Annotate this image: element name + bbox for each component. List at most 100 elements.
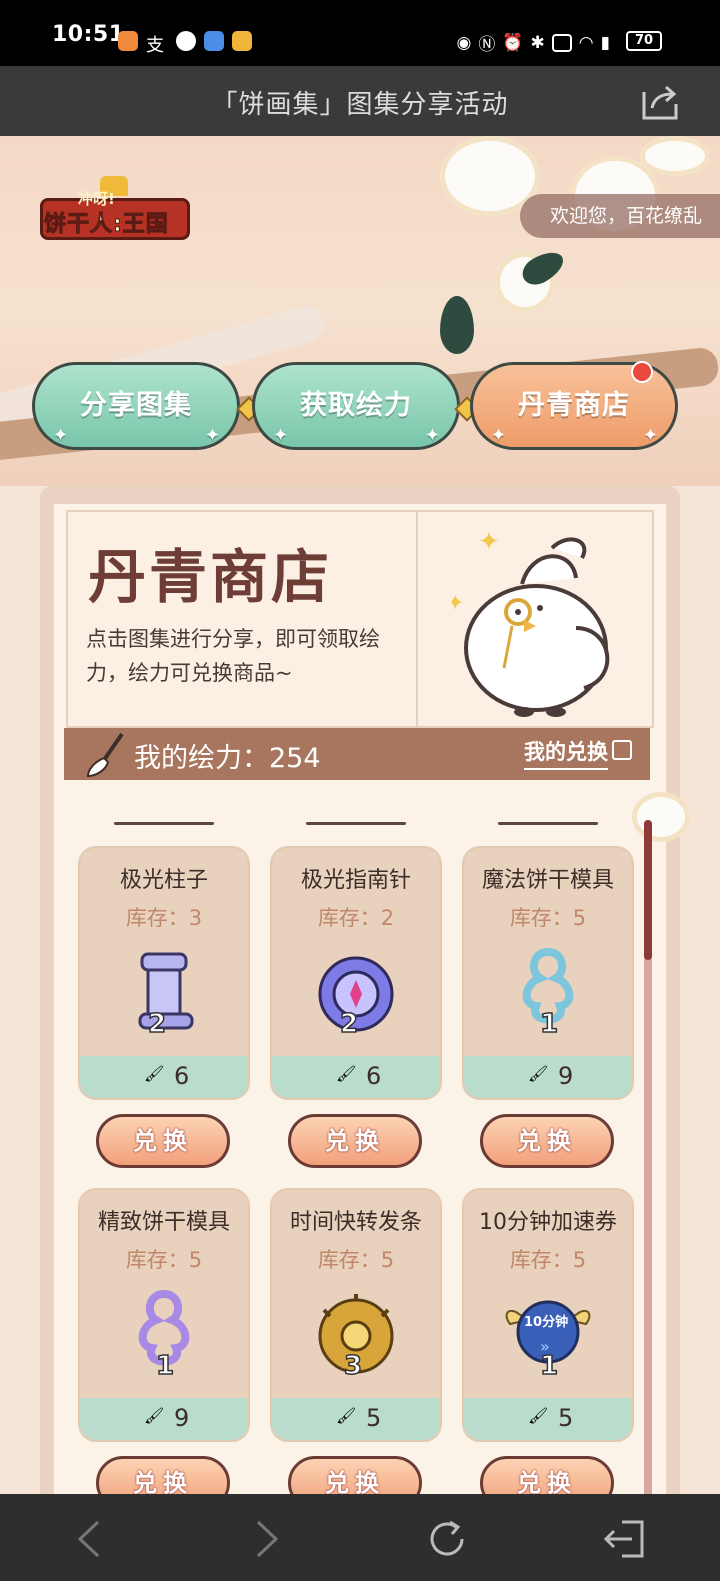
game-logo: 冲呀! 饼干人:王国 [40,176,190,246]
redeem-button[interactable]: 兑换 [96,1114,230,1168]
svg-text:✦: ✦ [452,591,464,616]
brush-icon: 🖌 [528,1406,549,1425]
svg-text:3: 3 [344,1351,362,1378]
app-notify-icon [176,31,196,51]
item-price: 🖌 5 [464,1398,632,1440]
item-name: 极光柱子 [119,868,208,893]
status-bar: 10:51 支 ◉ Ⓝ ⏰ ✱ ◠ ▮ 70 [0,0,720,66]
divider-line [498,822,598,825]
aurora-compass-icon: 2 [318,956,394,1036]
divider-line [114,822,214,825]
welcome-badge: 欢迎您，百花缭乱 [519,194,720,238]
tab-danqing-shop[interactable]: ✦ 丹青商店 ✦ [470,361,678,450]
item-name: 魔法饼干模具 [481,868,614,893]
app-notify-icon [118,31,138,51]
item-price: 🖌 9 [464,1056,632,1098]
shop-item-magic-cookie-cutter[interactable]: 魔法饼干模具 库存：5 1 🖌 9 [462,846,634,1100]
notification-icons: 支 [118,31,252,56]
wifi-icon: ◠ [578,32,594,53]
item-price-value: 6 [366,1062,382,1090]
svg-text:2: 2 [340,1009,358,1036]
fine-cookie-cutter-icon: 1 [138,1289,190,1378]
item-stock: 库存：3 [125,906,203,930]
system-icons: ◉ Ⓝ ⏰ ✱ ◠ ▮ [456,30,610,56]
back-icon[interactable] [66,1514,116,1564]
status-time: 10:51 [52,22,125,47]
browser-nav-bar [0,1494,720,1581]
aurora-pillar-icon: 2 [138,952,194,1036]
brush-icon: 🖌 [144,1406,165,1425]
item-name: 精致饼干模具 [97,1210,230,1235]
scrollbar-thumb[interactable] [644,820,652,960]
shop-item-speedup-ticket[interactable]: 10分钟加速券 库存：5 10分钟 » 1 🖌 5 [462,1188,634,1442]
time-spring-icon: 3 [318,1294,394,1378]
eye-icon: ◉ [456,32,472,53]
svg-text:1: 1 [540,1009,558,1036]
item-name: 极光指南针 [300,868,411,893]
redeem-button[interactable]: 兑换 [288,1114,422,1168]
alarm-icon: ⏰ [502,32,524,53]
signal-icon: ▮ [600,32,610,53]
tab-get-power[interactable]: ✦ 获取绘力 ✦ [252,362,460,450]
item-price: 🖌 6 [80,1056,248,1098]
sparkle-icon: ✦ [642,425,659,446]
svg-text:✦: ✦ [478,528,500,557]
svg-text:1: 1 [540,1351,558,1378]
mascot-bird-icon: ✦ ✦ [452,528,610,717]
gift-icon [612,740,632,760]
sparkle-icon: ✦ [424,425,441,446]
my-exchange-link[interactable]: 我的兑换 [524,736,608,770]
item-stock: 库存：5 [509,906,587,930]
item-price-value: 9 [558,1062,574,1090]
item-price-value: 6 [174,1062,190,1090]
tab-share-album[interactable]: ✦ 分享图集 ✦ [32,362,240,450]
forward-icon[interactable] [240,1514,290,1564]
item-price-value: 9 [174,1404,190,1432]
refresh-icon[interactable] [422,1514,472,1564]
item-price: 🖌 5 [272,1398,440,1440]
shop-item-time-spring[interactable]: 时间快转发条 库存：5 3 🖌 5 [270,1188,442,1442]
bluetooth-icon: ✱ [530,32,545,53]
item-stock: 库存：5 [125,1248,203,1272]
my-power-bar: 我的绘力：254 我的兑换 [64,728,650,780]
redeem-button[interactable]: 兑换 [480,1114,614,1168]
page-title: 「饼画集」图集分享活动 [211,90,509,120]
my-power-label: 我的绘力：254 [134,743,321,774]
tab-bar: ✦ 分享图集 ✦ ✦ 获取绘力 ✦ ✦ 丹青商店 ✦ [30,361,690,454]
item-price: 🖌 6 [272,1056,440,1098]
magic-cookie-cutter-icon: 1 [522,947,574,1036]
item-stock: 库存：5 [509,1248,587,1272]
sparkle-icon: ✦ [491,425,508,446]
brush-icon: 🖌 [336,1406,357,1425]
sparkle-icon: ✦ [53,425,70,446]
title-bar: 「饼画集」图集分享活动 [0,66,720,136]
sparkle-icon: ✦ [204,425,221,446]
shop-item-fine-cookie-cutter[interactable]: 精致饼干模具 库存：5 1 🖌 9 [78,1188,250,1442]
battery-icon: 70 [626,31,662,51]
scrollbar[interactable] [644,820,652,1500]
flower-decoration [640,136,710,176]
item-name: 时间快转发条 [289,1210,422,1235]
app-notify-icon [232,31,252,51]
shop-title: 丹青商店 [88,543,333,611]
brush-icon [86,732,124,778]
brush-icon: 🖌 [336,1064,357,1083]
shop-item-aurora-compass[interactable]: 极光指南针 库存：2 2 🖌 6 [270,846,442,1100]
alipay-icon: 支 [146,31,168,56]
item-stock: 库存：5 [317,1248,395,1272]
exit-icon[interactable] [600,1514,650,1564]
item-price-value: 5 [558,1404,574,1432]
share-icon[interactable] [640,82,680,122]
app-notify-icon [204,31,224,51]
nfc-icon: Ⓝ [478,35,496,55]
item-price: 🖌 9 [80,1398,248,1440]
item-price-value: 5 [366,1404,382,1432]
item-stock: 库存：2 [317,906,395,930]
sparkle-icon: ✦ [273,425,290,446]
svg-text:10分钟: 10分钟 [524,1314,568,1330]
shop-item-aurora-pillar[interactable]: 极光柱子 库存：3 2 🖌 6 [78,846,250,1100]
leaf-decoration [440,296,474,354]
svg-text:2: 2 [148,1009,166,1036]
brush-icon: 🖌 [144,1064,165,1083]
shop-description: 点击图集进行分享，即可领取绘力，绘力可兑换商品~ [86,627,380,685]
